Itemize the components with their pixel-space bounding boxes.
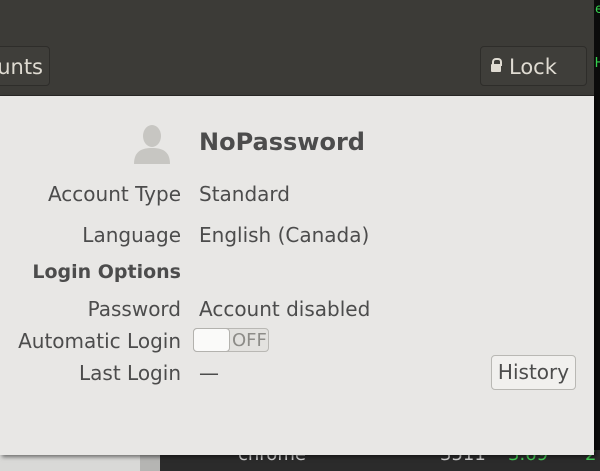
lock-icon	[491, 58, 502, 72]
accounts-button[interactable]: unts	[0, 46, 50, 86]
terminal-char: e	[595, 2, 600, 17]
automatic-login-switch[interactable]: OFF	[193, 328, 269, 352]
lock-button-label: Lock	[509, 55, 557, 79]
automatic-login-label: Automatic Login	[18, 329, 181, 353]
password-label: Password	[87, 297, 181, 321]
lock-button[interactable]: Lock	[480, 46, 587, 86]
user-name[interactable]: NoPassword	[199, 128, 365, 156]
last-login-value: —	[199, 361, 219, 385]
accounts-button-label: unts	[0, 55, 43, 79]
login-options-title: Login Options	[32, 261, 181, 283]
last-login-label: Last Login	[79, 361, 181, 385]
user-avatar-icon[interactable]	[132, 124, 172, 164]
terminal-char: H	[595, 56, 600, 71]
language-value[interactable]: English (Canada)	[199, 223, 369, 247]
background-scrollbar	[140, 455, 160, 471]
background-window	[0, 455, 140, 471]
switch-knob[interactable]	[193, 328, 230, 352]
account-type-label: Account Type	[47, 182, 181, 206]
language-label: Language	[82, 223, 181, 247]
headerbar: unts Lock	[0, 0, 594, 96]
history-button[interactable]: History	[491, 355, 576, 390]
switch-state-label: OFF	[232, 330, 267, 351]
password-value[interactable]: Account disabled	[199, 297, 370, 321]
account-type-value[interactable]: Standard	[199, 182, 290, 206]
